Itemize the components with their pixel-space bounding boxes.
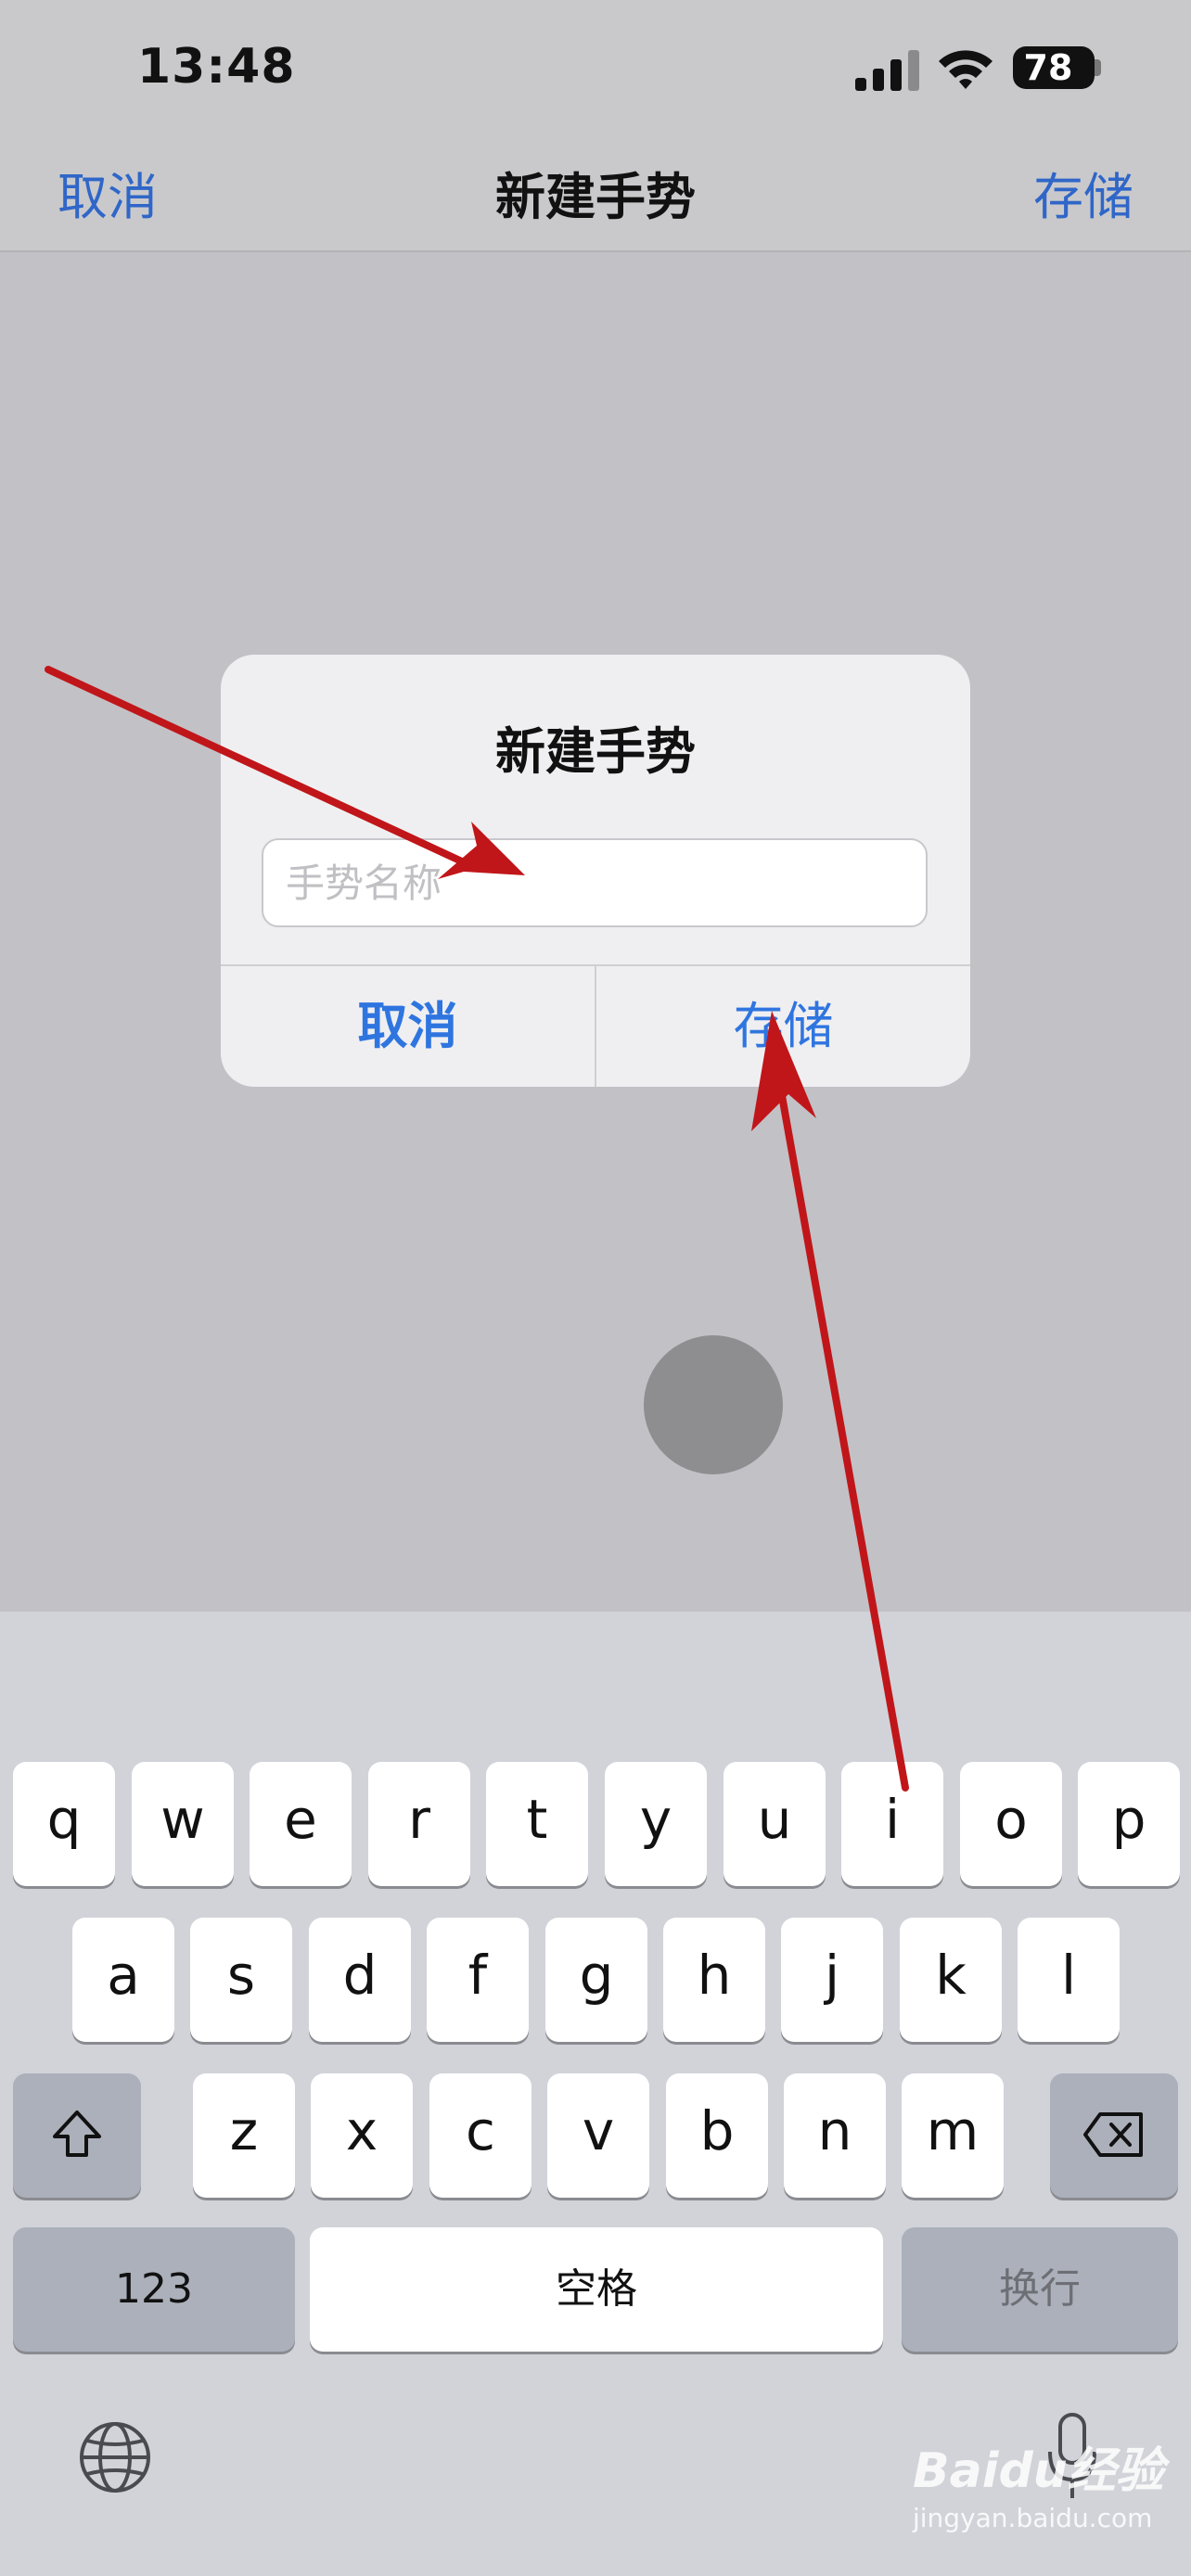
watermark-logo: Baidu经验 [913,2443,1164,2499]
arrow-to-save-button [751,1011,909,1792]
watermark: Baidu经验 jingyan.baidu.com [913,2431,1164,2533]
watermark-url: jingyan.baidu.com [913,2503,1153,2533]
arrow-to-input [45,666,525,879]
annotation-arrows [45,666,909,1792]
